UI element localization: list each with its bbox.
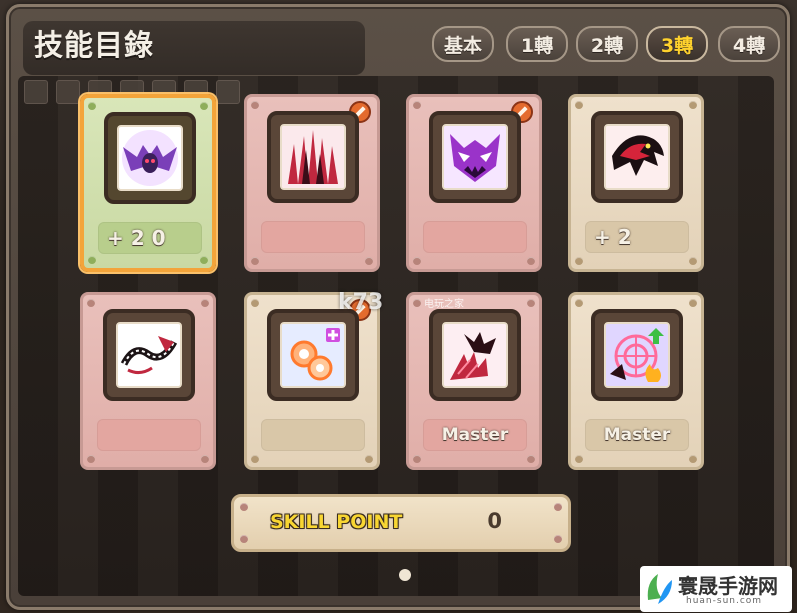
rivet — [240, 535, 248, 543]
site-watermark-url: huan-sun.com — [686, 596, 763, 606]
skill-level: Master — [585, 419, 689, 451]
skill-card-7[interactable]: Master — [406, 292, 542, 470]
skill-icon-frame — [429, 309, 521, 401]
red-dragon-icon — [604, 124, 670, 190]
rivet — [251, 299, 259, 307]
skill-level: Master — [423, 419, 527, 451]
rivet — [87, 455, 95, 463]
leaf-logo-icon — [647, 574, 672, 604]
skill-point-panel: SKILL POINT 0 — [231, 494, 571, 552]
page-indicator-dot[interactable] — [399, 569, 411, 581]
rivet — [527, 257, 535, 265]
skill-card-5[interactable] — [80, 292, 216, 470]
rivet — [88, 102, 96, 110]
skill-level — [423, 221, 527, 253]
skill-icon-frame — [267, 309, 359, 401]
rivet — [413, 257, 421, 265]
bat-demon-icon — [117, 125, 183, 191]
skill-point-label: SKILL POINT — [270, 511, 403, 533]
skill-card-4[interactable]: + 2 — [568, 94, 704, 272]
chain-serpent-icon — [116, 322, 182, 388]
rivet — [413, 101, 421, 109]
tab-job-1[interactable]: 1轉 — [506, 26, 568, 62]
rivet — [251, 455, 259, 463]
skill-level: + 2 — [585, 221, 689, 253]
rivet — [200, 256, 208, 264]
skill-icon-frame — [591, 111, 683, 203]
rivet — [689, 257, 697, 265]
rivet — [87, 299, 95, 307]
rivet — [689, 455, 697, 463]
rivet — [575, 101, 583, 109]
skill-level — [261, 221, 365, 253]
rivet — [554, 503, 562, 511]
rivet — [575, 299, 583, 307]
rivet — [413, 455, 421, 463]
skill-level — [261, 419, 365, 451]
target-flame-arrow-icon — [604, 322, 670, 388]
skill-point-value: 0 — [487, 509, 502, 533]
skill-level — [97, 419, 201, 451]
skill-icon-frame — [103, 309, 195, 401]
rivet — [527, 299, 535, 307]
rivet — [88, 256, 96, 264]
rivet — [365, 257, 373, 265]
window-title: 技能目錄 — [34, 28, 155, 62]
hotbar-slot-icon — [24, 80, 48, 104]
skill-level: + 2 0 — [98, 222, 202, 254]
skill-card-8[interactable]: Master — [568, 292, 704, 470]
hotbar-slot-icon — [56, 80, 80, 104]
rivet — [575, 257, 583, 265]
rivet — [554, 535, 562, 543]
skill-icon-frame — [104, 112, 196, 204]
skill-icon-frame — [267, 111, 359, 203]
site-watermark-name: 寰晟手游网 — [678, 574, 778, 598]
rivet — [201, 299, 209, 307]
tab-job-2[interactable]: 2轉 — [576, 26, 638, 62]
skill-card-2[interactable] — [244, 94, 380, 272]
tab-job-4[interactable]: 4轉 — [718, 26, 780, 62]
skill-card-3[interactable] — [406, 94, 542, 272]
red-spikes-icon — [280, 124, 346, 190]
rivet — [527, 455, 535, 463]
skill-icon-frame — [591, 309, 683, 401]
orange-orbs-plus-icon — [280, 322, 346, 388]
skill-card-1[interactable]: + 2 0 — [80, 94, 216, 272]
rivet — [201, 455, 209, 463]
k73-watermark-sub: 电玩之家 — [424, 299, 464, 310]
hotbar-slot-icon — [216, 80, 240, 104]
site-watermark: 寰晟手游网 huan-sun.com — [640, 566, 792, 612]
purple-demon-face-icon — [442, 124, 508, 190]
rivet — [200, 102, 208, 110]
rivet — [251, 101, 259, 109]
skill-card-6[interactable] — [244, 292, 380, 470]
tab-job-3[interactable]: 3轉 — [646, 26, 708, 62]
rivet — [240, 503, 248, 511]
rivet — [365, 455, 373, 463]
tab-basic[interactable]: 基本 — [432, 26, 494, 62]
skill-icon-frame — [429, 111, 521, 203]
rivet — [689, 101, 697, 109]
rivet — [413, 299, 421, 307]
rivet — [689, 299, 697, 307]
k73-watermark: k73 — [338, 290, 384, 315]
bat-blood-claw-icon — [442, 322, 508, 388]
rivet — [251, 257, 259, 265]
rivet — [575, 455, 583, 463]
